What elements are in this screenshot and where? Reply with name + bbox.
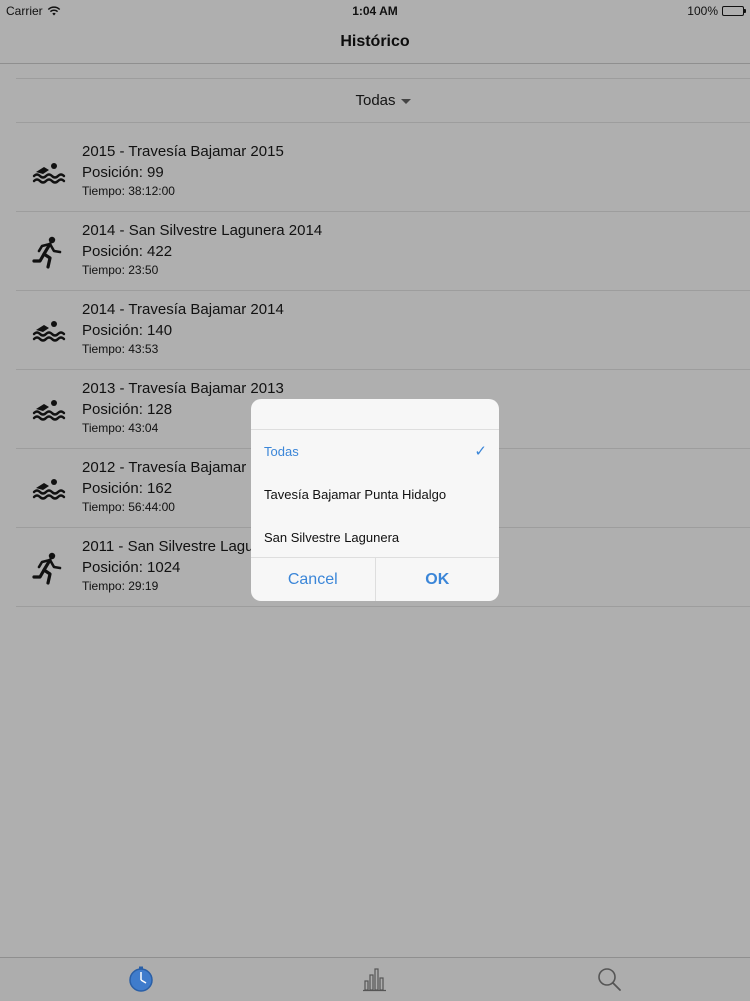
runner-icon bbox=[32, 552, 62, 585]
filter-label: Todas bbox=[355, 92, 396, 109]
status-right: 100% bbox=[687, 4, 746, 18]
battery-icon bbox=[722, 6, 746, 16]
swimmer-icon bbox=[32, 163, 66, 184]
list-item[interactable]: 2014 - Travesía Bajamar 2014 Posición: 1… bbox=[16, 291, 750, 370]
picker-option-label: Todas bbox=[264, 444, 299, 459]
event-title: 2015 - Travesía Bajamar 2015 bbox=[82, 143, 284, 160]
battery-percent: 100% bbox=[687, 4, 718, 18]
cancel-button[interactable]: Cancel bbox=[251, 558, 375, 601]
picker-header bbox=[251, 399, 499, 430]
event-time: Tiempo: 38:12:00 bbox=[82, 184, 175, 198]
status-bar: Carrier 1:04 AM 100% bbox=[0, 0, 750, 20]
event-time: Tiempo: 23:50 bbox=[82, 263, 159, 277]
stopwatch-icon[interactable] bbox=[127, 965, 155, 993]
tab-bar bbox=[0, 957, 750, 1001]
event-position: Posición: 140 bbox=[82, 322, 173, 339]
status-time: 1:04 AM bbox=[352, 4, 398, 18]
picker-option-todas[interactable]: Todas ✓ bbox=[251, 430, 499, 473]
event-time: Tiempo: 29:19 bbox=[82, 579, 159, 593]
event-position: Posición: 1024 bbox=[82, 559, 181, 576]
bar-chart-icon[interactable] bbox=[361, 965, 389, 993]
ok-button[interactable]: OK bbox=[376, 558, 500, 601]
checkmark-icon: ✓ bbox=[474, 443, 487, 460]
event-time: Tiempo: 43:53 bbox=[82, 342, 159, 356]
event-position: Posición: 162 bbox=[82, 480, 173, 497]
event-position: Posición: 128 bbox=[82, 401, 173, 418]
runner-icon bbox=[32, 236, 62, 269]
picker-option-label: San Silvestre Lagunera bbox=[264, 530, 400, 545]
navigation-bar: Histórico bbox=[0, 20, 750, 64]
event-title: 2013 - Travesía Bajamar 2013 bbox=[82, 380, 284, 397]
filter-dropdown[interactable]: Todas bbox=[16, 78, 750, 123]
event-time: Tiempo: 56:44:00 bbox=[82, 500, 175, 514]
event-title: 2014 - Travesía Bajamar 2014 bbox=[82, 301, 284, 318]
list-item[interactable]: 2014 - San Silvestre Lagunera 2014 Posic… bbox=[16, 212, 750, 291]
event-position: Posición: 99 bbox=[82, 164, 164, 181]
page-title: Histórico bbox=[340, 33, 410, 50]
swimmer-icon bbox=[32, 321, 66, 342]
search-icon[interactable] bbox=[595, 965, 623, 993]
event-title: 2014 - San Silvestre Lagunera 2014 bbox=[82, 222, 323, 239]
picker-option-label: Tavesía Bajamar Punta Hidalgo bbox=[264, 487, 447, 502]
picker-footer: Cancel OK bbox=[251, 557, 499, 601]
swimmer-icon bbox=[32, 400, 66, 421]
event-position: Posición: 422 bbox=[82, 243, 173, 260]
swimmer-icon bbox=[32, 479, 66, 500]
caret-down-icon bbox=[400, 98, 411, 104]
list-item[interactable]: 2015 - Travesía Bajamar 2015 Posición: 9… bbox=[16, 133, 750, 212]
event-time: Tiempo: 43:04 bbox=[82, 421, 159, 435]
picker-option-travesia[interactable]: Tavesía Bajamar Punta Hidalgo bbox=[251, 473, 499, 516]
filter-picker: Todas ✓ Tavesía Bajamar Punta Hidalgo Sa… bbox=[251, 399, 499, 601]
picker-option-san-silvestre[interactable]: San Silvestre Lagunera bbox=[251, 516, 499, 559]
